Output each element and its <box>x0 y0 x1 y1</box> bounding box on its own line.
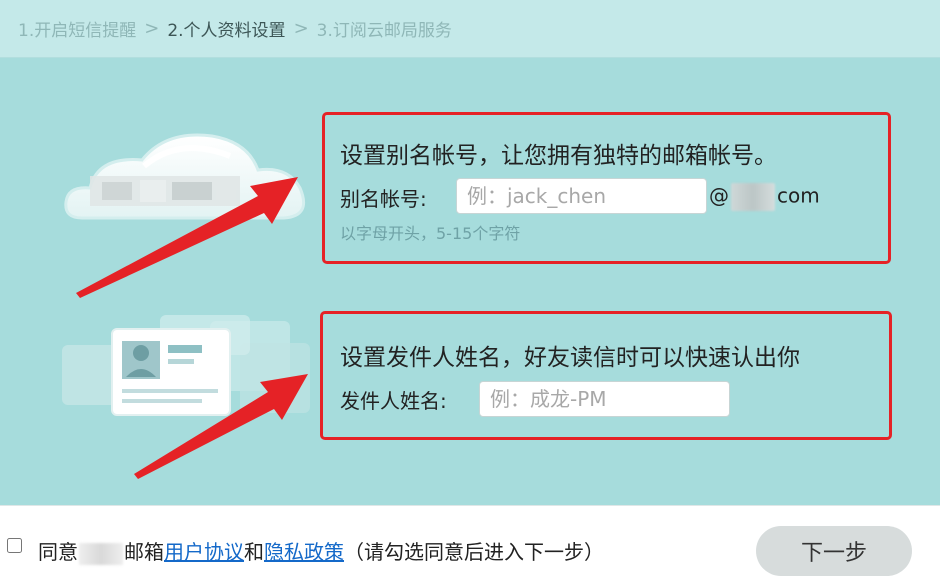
agree-suffix: （请勾选同意后进入下一步） <box>344 540 604 564</box>
agree-mid: 邮箱 <box>124 540 164 564</box>
redacted-domain <box>731 183 775 211</box>
mail-domain: @ com <box>709 183 820 211</box>
privacy-policy-link[interactable]: 隐私政策 <box>264 540 344 564</box>
sender-section-highlight <box>320 311 892 440</box>
next-step-button[interactable]: 下一步 <box>756 526 912 576</box>
alias-section-title: 设置别名帐号，让您拥有独特的邮箱帐号。 <box>340 143 777 169</box>
sender-name-input[interactable] <box>479 381 730 417</box>
user-agreement-link[interactable]: 用户协议 <box>164 540 244 564</box>
agree-prefix: 同意 <box>38 540 78 564</box>
footer-bar: 同意 邮箱用户协议和隐私政策（请勾选同意后进入下一步） 下一步 <box>0 505 940 579</box>
agree-and: 和 <box>244 540 264 564</box>
agree-checkbox[interactable] <box>7 538 22 553</box>
chevron-right-icon: > <box>144 18 160 39</box>
step-1: 1.开启短信提醒 <box>18 21 137 41</box>
sender-label: 发件人姓名: <box>340 389 447 413</box>
agree-text: 同意 邮箱用户协议和隐私政策（请勾选同意后进入下一步） <box>38 536 604 565</box>
step-progress-bar: 1.开启短信提醒 > 2.个人资料设置 > 3.订阅云邮局服务 <box>0 0 940 58</box>
alias-hint: 以字母开头，5-15个字符 <box>340 224 521 243</box>
sender-section-title: 设置发件人姓名，好友读信时可以快速认出你 <box>340 345 800 371</box>
redacted-brand <box>79 542 123 565</box>
chevron-right-icon: > <box>293 18 309 39</box>
alias-input[interactable] <box>456 178 707 214</box>
id-card-icon <box>62 315 310 416</box>
cloud-mailbox-icon <box>64 133 305 220</box>
at-sign: @ <box>709 183 729 208</box>
domain-suffix: com <box>777 183 820 208</box>
step-2-current: 2.个人资料设置 <box>167 21 286 41</box>
alias-label: 别名帐号: <box>340 187 427 211</box>
step-3: 3.订阅云邮局服务 <box>316 21 452 41</box>
